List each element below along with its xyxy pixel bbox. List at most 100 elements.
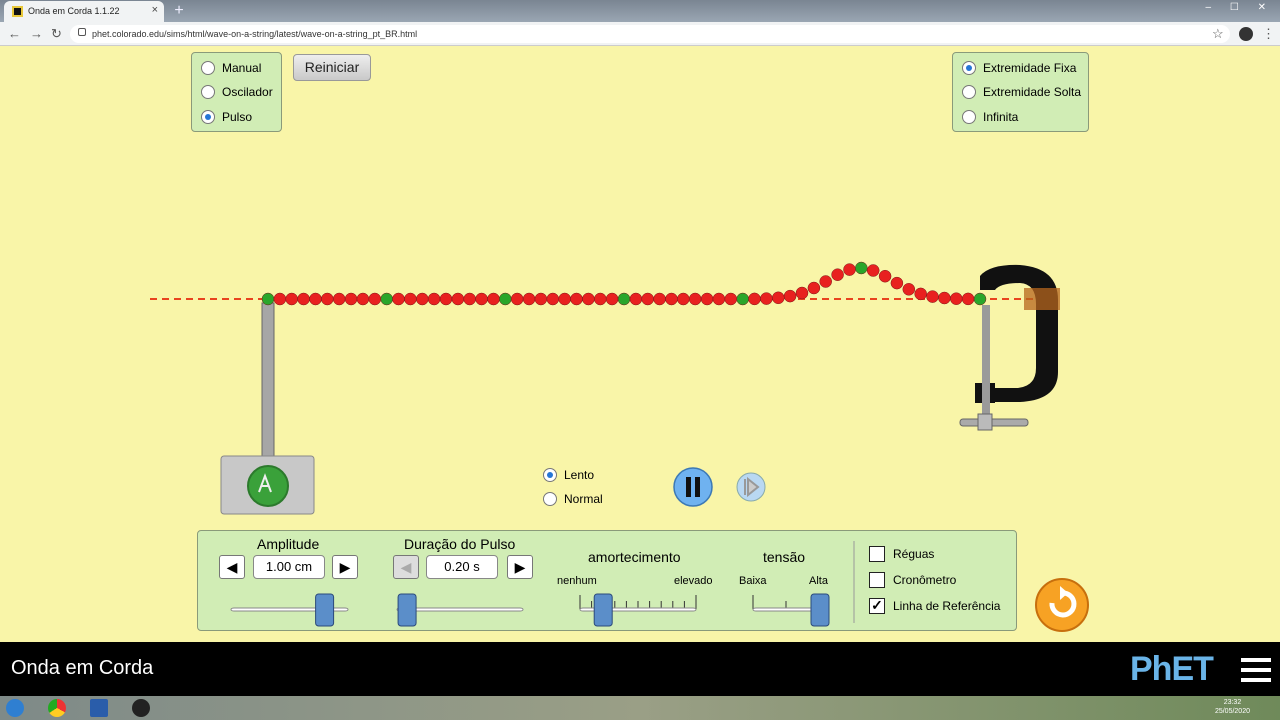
phet-logo[interactable]: PhET xyxy=(1130,650,1214,689)
checkbox-label: Réguas xyxy=(893,547,935,561)
chrome-icon[interactable] xyxy=(48,699,66,717)
pause-button[interactable] xyxy=(673,467,713,507)
string-bead xyxy=(475,292,488,306)
browser-menu-icon[interactable]: ⋮ xyxy=(1262,26,1275,42)
string-bead xyxy=(902,283,916,296)
clock-date: 25/05/2020 xyxy=(1214,708,1250,715)
string-bead xyxy=(653,292,666,306)
forward-icon[interactable]: → xyxy=(30,26,43,41)
sliders[interactable] xyxy=(230,593,830,627)
new-tab-button[interactable]: + xyxy=(170,2,188,20)
string-bead xyxy=(605,292,619,306)
string-bead xyxy=(926,290,939,303)
reset-all-button[interactable] xyxy=(1034,577,1090,633)
close-tab-icon[interactable]: × xyxy=(152,4,158,16)
profile-avatar[interactable] xyxy=(1239,27,1253,41)
string-bead xyxy=(416,292,429,306)
phet-favicon-icon xyxy=(12,6,23,17)
tab-title: Onda em Corda 1.1.22 xyxy=(28,6,120,16)
tension-slider-thumb[interactable] xyxy=(810,593,830,627)
string-bead xyxy=(878,269,892,283)
checkbox-label: Cronômetro xyxy=(893,573,957,587)
speed-label: Normal xyxy=(564,492,603,506)
speed-radio-slow[interactable]: Lento xyxy=(543,468,594,482)
os-taskbar xyxy=(0,696,1280,720)
string-bead-marker xyxy=(499,292,512,306)
lock-icon xyxy=(78,28,86,36)
string-bead xyxy=(582,292,595,306)
string-bead xyxy=(534,292,548,306)
string-bead xyxy=(831,268,844,281)
media-icon[interactable] xyxy=(132,699,150,717)
string-bead-marker xyxy=(380,292,393,306)
string-bead-marker xyxy=(855,261,868,275)
string-bead xyxy=(961,292,975,306)
string-bead xyxy=(570,292,583,306)
window-controls[interactable]: – ☐ ✕ xyxy=(1206,2,1274,13)
reload-icon[interactable]: ↻ xyxy=(51,26,62,42)
address-bar[interactable]: phet.colorado.edu/sims/html/wave-on-a-st… xyxy=(70,25,1230,43)
string-bead xyxy=(594,292,607,306)
string-bead xyxy=(866,264,880,277)
string-bead xyxy=(950,292,963,305)
string-bead xyxy=(487,292,500,306)
string-bead xyxy=(665,292,678,306)
string-bead xyxy=(451,292,465,306)
string-bead xyxy=(688,292,702,306)
clamp-icon xyxy=(959,264,1060,431)
string-bead xyxy=(558,292,571,306)
pause-icon xyxy=(686,477,691,497)
string-bead-marker xyxy=(973,292,987,306)
checkbox-box xyxy=(869,572,885,588)
damping-slider-thumb[interactable] xyxy=(593,593,613,627)
string-beads xyxy=(261,261,987,306)
pause-icon xyxy=(695,477,700,497)
checkbox-label: Linha de Referência xyxy=(893,599,1001,613)
string-bead xyxy=(285,292,298,306)
word-icon[interactable] xyxy=(90,699,108,717)
string-bead xyxy=(297,292,310,306)
string-bead xyxy=(427,292,441,306)
reference-line-checkbox[interactable]: ✓ Linha de Referência xyxy=(869,598,1000,614)
speed-radio-normal[interactable]: Normal xyxy=(543,492,603,506)
timer-checkbox[interactable]: Cronômetro xyxy=(869,572,956,588)
radio-indicator xyxy=(543,492,557,506)
hamburger-menu-icon[interactable] xyxy=(1241,658,1271,682)
string-bead-marker xyxy=(617,292,631,306)
string-bead xyxy=(724,292,738,306)
string-bead xyxy=(795,286,809,300)
browser-toolbar: ← → ↻ phet.colorado.edu/sims/html/wave-o… xyxy=(0,22,1280,46)
string-bead xyxy=(273,292,287,306)
string-bead xyxy=(309,292,322,306)
string-bead xyxy=(344,292,358,306)
string-bead xyxy=(368,292,382,306)
string-bead xyxy=(760,292,773,305)
string-bead xyxy=(938,291,951,305)
navigation-bar xyxy=(0,642,1280,696)
system-clock: 23:32 25/05/2020 xyxy=(1215,698,1250,716)
string-bead xyxy=(356,292,370,306)
back-icon[interactable]: ← xyxy=(8,26,21,41)
amplitude-slider-thumb[interactable] xyxy=(315,593,335,627)
string-bead xyxy=(439,292,453,306)
rulers-checkbox[interactable]: Réguas xyxy=(869,546,934,562)
string-simulation xyxy=(150,261,1060,515)
tension-slider-track xyxy=(752,607,821,612)
string-bead xyxy=(700,292,714,306)
browser-tab[interactable]: Onda em Corda 1.1.22 × xyxy=(4,1,164,22)
string-bead xyxy=(772,291,785,305)
pulse-width-slider-thumb[interactable] xyxy=(397,593,417,627)
string-bead xyxy=(510,292,524,306)
string-bead xyxy=(463,292,476,306)
string-bead xyxy=(321,292,334,306)
string-bead xyxy=(677,292,690,306)
bookmark-star-icon[interactable]: ☆ xyxy=(1212,26,1224,42)
start-button-icon[interactable] xyxy=(6,699,24,717)
checkbox-box: ✓ xyxy=(869,598,885,614)
string-bead xyxy=(629,292,643,306)
string-bead xyxy=(783,289,797,303)
string-bead xyxy=(843,263,856,276)
string-bead-marker xyxy=(736,292,749,306)
oscillator-post xyxy=(261,302,275,459)
string-bead xyxy=(522,292,536,306)
